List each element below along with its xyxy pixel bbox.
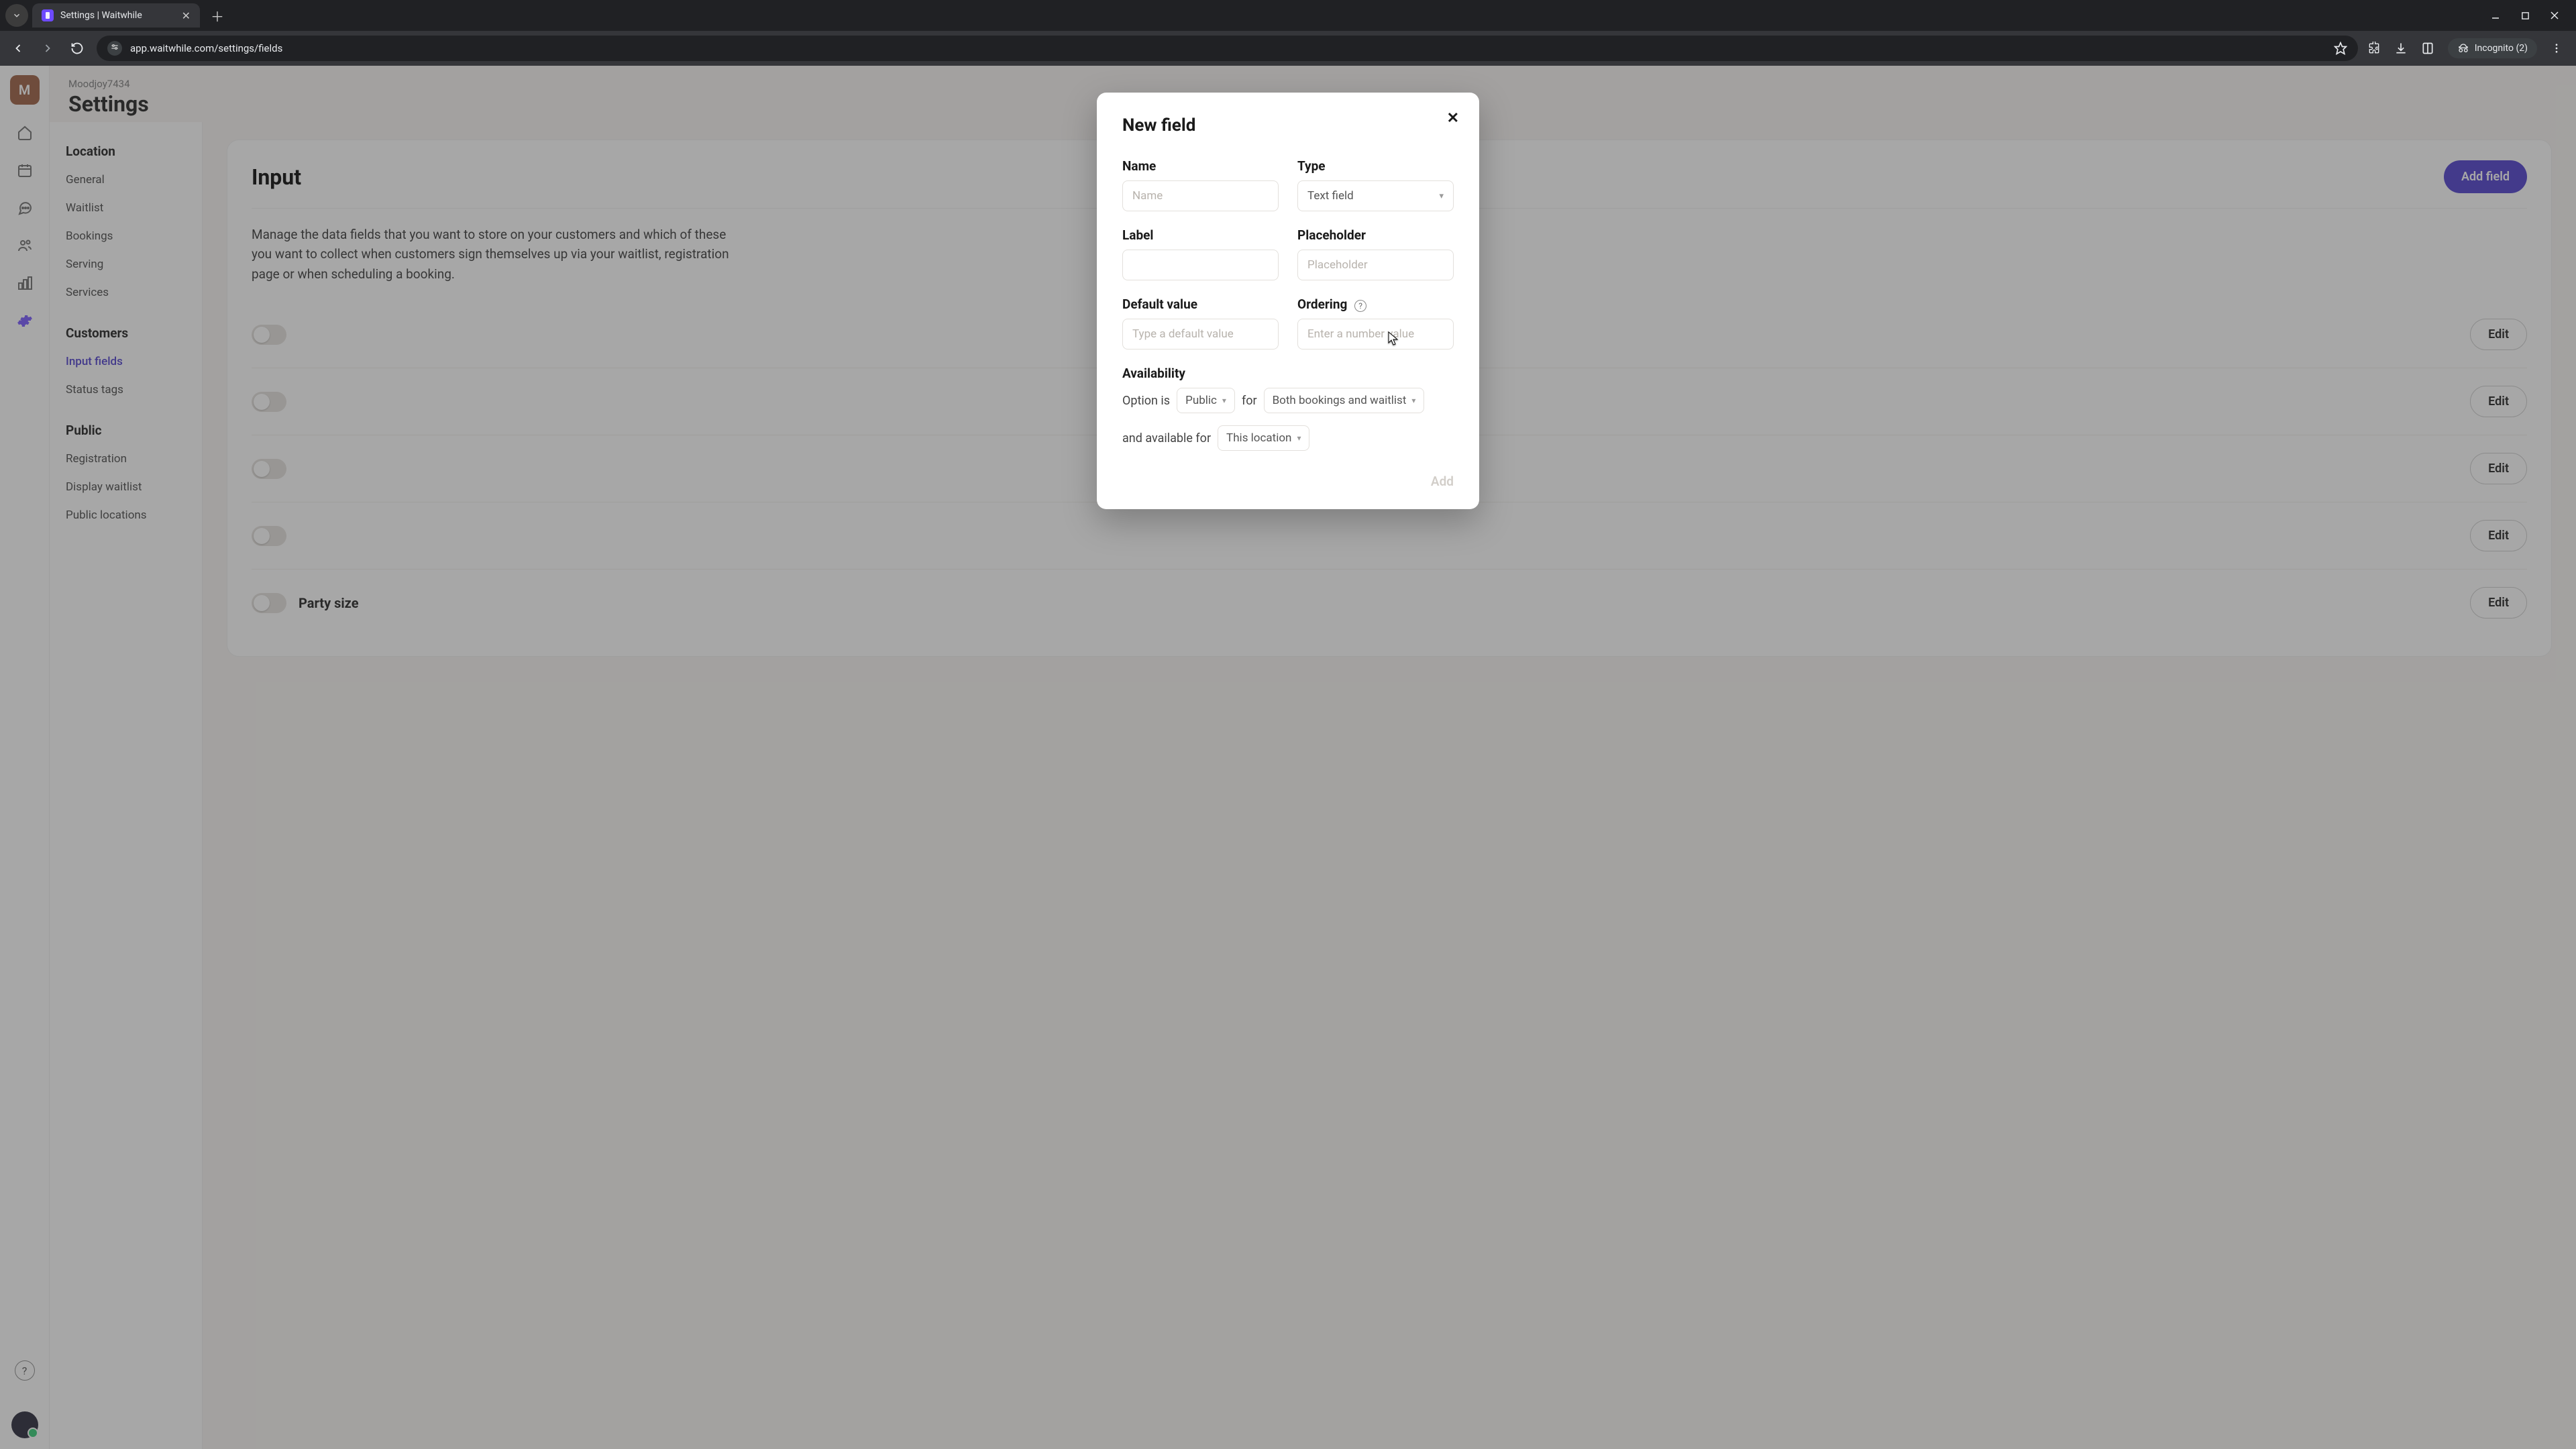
chevron-down-icon: ▾ xyxy=(1411,396,1415,405)
reader-icon[interactable] xyxy=(2421,42,2434,55)
extensions-icon[interactable] xyxy=(2367,42,2381,55)
visibility-select[interactable]: Public ▾ xyxy=(1177,388,1235,413)
new-tab-button[interactable]: ＋ xyxy=(204,6,231,25)
type-label: Type xyxy=(1297,158,1454,174)
kebab-menu-icon[interactable] xyxy=(2551,42,2563,54)
type-select[interactable]: Text field ▾ xyxy=(1297,180,1454,211)
minimize-icon[interactable] xyxy=(2490,10,2501,21)
chevron-down-icon: ▾ xyxy=(1439,191,1444,201)
label-input[interactable] xyxy=(1122,250,1279,280)
forward-button[interactable] xyxy=(38,38,58,58)
ordering-label: Ordering ? xyxy=(1297,297,1454,312)
browser-tab[interactable]: Settings | Waitwhile ✕ xyxy=(32,3,200,28)
avail-text: Option is xyxy=(1122,394,1170,408)
help-tooltip-icon[interactable]: ? xyxy=(1354,300,1366,312)
browser-toolbar: app.waitwhile.com/settings/fields Incogn… xyxy=(0,31,2576,66)
address-bar[interactable]: app.waitwhile.com/settings/fields xyxy=(97,36,2358,61)
url-text: app.waitwhile.com/settings/fields xyxy=(130,42,2326,54)
reload-button[interactable] xyxy=(67,38,87,58)
modal-add-button[interactable]: Add xyxy=(1431,474,1454,489)
back-button[interactable] xyxy=(8,38,28,58)
chevron-down-icon: ▾ xyxy=(1222,396,1226,405)
default-label: Default value xyxy=(1122,297,1279,312)
tab-strip: Settings | Waitwhile ✕ ＋ xyxy=(0,0,2576,31)
tab-title: Settings | Waitwhile xyxy=(60,10,175,21)
scope-select[interactable]: Both bookings and waitlist ▾ xyxy=(1264,388,1425,413)
label-label: Label xyxy=(1122,227,1279,243)
modal-close-icon[interactable]: ✕ xyxy=(1447,110,1459,127)
maximize-icon[interactable] xyxy=(2520,10,2530,21)
window-close-icon[interactable] xyxy=(2549,10,2560,21)
favicon-icon xyxy=(42,9,54,21)
type-value: Text field xyxy=(1307,189,1354,203)
incognito-label: Incognito (2) xyxy=(2475,43,2528,54)
bookmark-star-icon[interactable] xyxy=(2334,42,2347,55)
incognito-badge[interactable]: Incognito (2) xyxy=(2448,38,2537,58)
placeholder-label: Placeholder xyxy=(1297,227,1454,243)
avail-text: for xyxy=(1242,394,1257,408)
window-controls xyxy=(2490,10,2571,21)
site-settings-icon[interactable] xyxy=(107,41,122,56)
modal-overlay[interactable]: New field ✕ Name Type Text field ▾ xyxy=(0,66,2576,1449)
default-input[interactable] xyxy=(1122,319,1279,350)
availability-label: Availability xyxy=(1122,366,1454,381)
chevron-down-icon: ▾ xyxy=(1297,433,1301,443)
new-field-modal: New field ✕ Name Type Text field ▾ xyxy=(1097,93,1479,509)
name-label: Name xyxy=(1122,158,1279,174)
modal-title: New field xyxy=(1122,115,1454,136)
tab-close-icon[interactable]: ✕ xyxy=(182,9,191,22)
tab-search-dropdown[interactable] xyxy=(5,4,28,27)
name-input[interactable] xyxy=(1122,180,1279,211)
downloads-icon[interactable] xyxy=(2394,42,2408,55)
placeholder-input[interactable] xyxy=(1297,250,1454,280)
location-select[interactable]: This location ▾ xyxy=(1218,425,1309,451)
avail-text: and available for xyxy=(1122,431,1211,445)
ordering-input[interactable] xyxy=(1297,319,1454,350)
